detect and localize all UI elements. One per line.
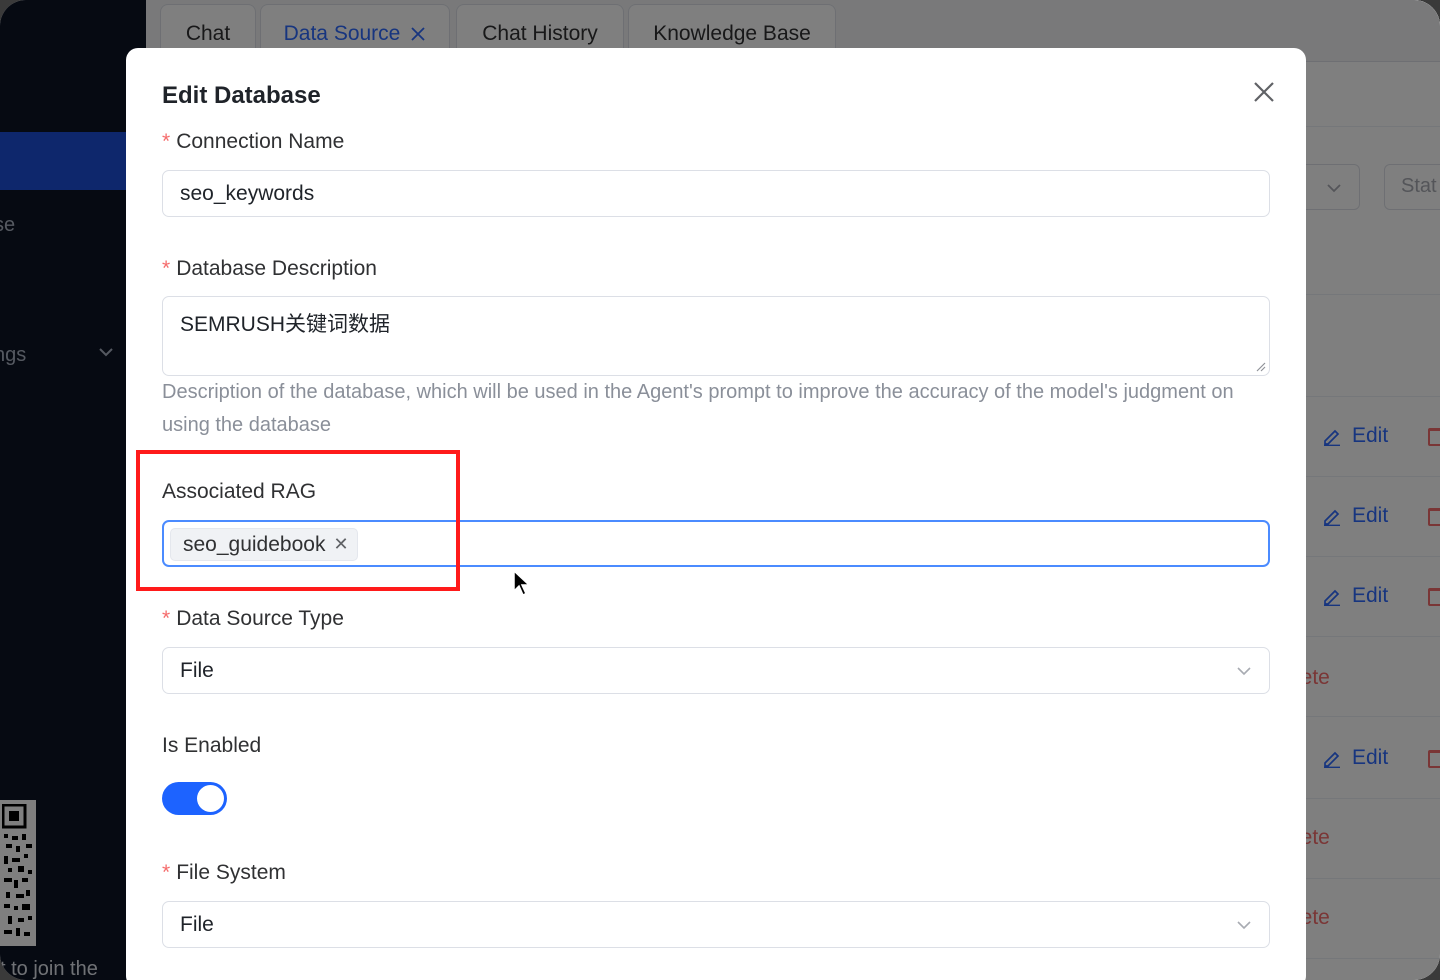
mouse-cursor-icon [513,570,531,597]
edit-database-dialog: Edit Database * Connection Name seo_keywo… [126,48,1306,980]
data-source-type-select[interactable]: File [162,647,1270,694]
file-system-label: * File System [162,861,286,885]
database-description-value: SEMRUSH关键词数据 [180,313,391,336]
data-source-type-label-text: Data Source Type [176,607,344,630]
connection-name-label-text: Connection Name [176,130,345,153]
data-source-type-label: * Data Source Type [162,607,344,631]
chevron-down-icon [1237,667,1251,676]
file-system-select[interactable]: File [162,901,1270,948]
required-marker: * [162,607,171,630]
database-description-label-text: Database Description [176,257,377,280]
chevron-down-icon [1237,921,1251,930]
is-enabled-toggle[interactable] [162,782,227,815]
connection-name-label: * Connection Name [162,130,344,154]
required-marker: * [162,257,171,280]
required-marker: * [162,130,171,153]
database-description-textarea[interactable]: SEMRUSH关键词数据 [162,296,1270,376]
is-enabled-label: Is Enabled [162,734,261,758]
toggle-knob [197,785,224,812]
data-source-type-value: File [180,659,214,682]
app-window: se ngs t to join the [0,0,1440,980]
connection-name-value: seo_keywords [180,182,315,205]
database-description-label: * Database Description [162,257,377,281]
annotation-highlight-box [136,450,460,591]
required-marker: * [162,861,171,884]
resize-handle-icon[interactable] [1254,360,1266,372]
connection-name-input[interactable]: seo_keywords [162,170,1270,217]
is-enabled-label-text: Is Enabled [162,734,262,757]
file-system-label-text: File System [176,861,286,884]
description-help-text: Description of the database, which will … [162,381,1234,436]
close-icon[interactable] [1250,78,1278,106]
file-system-value: File [180,913,214,936]
dialog-title: Edit Database [162,82,321,109]
